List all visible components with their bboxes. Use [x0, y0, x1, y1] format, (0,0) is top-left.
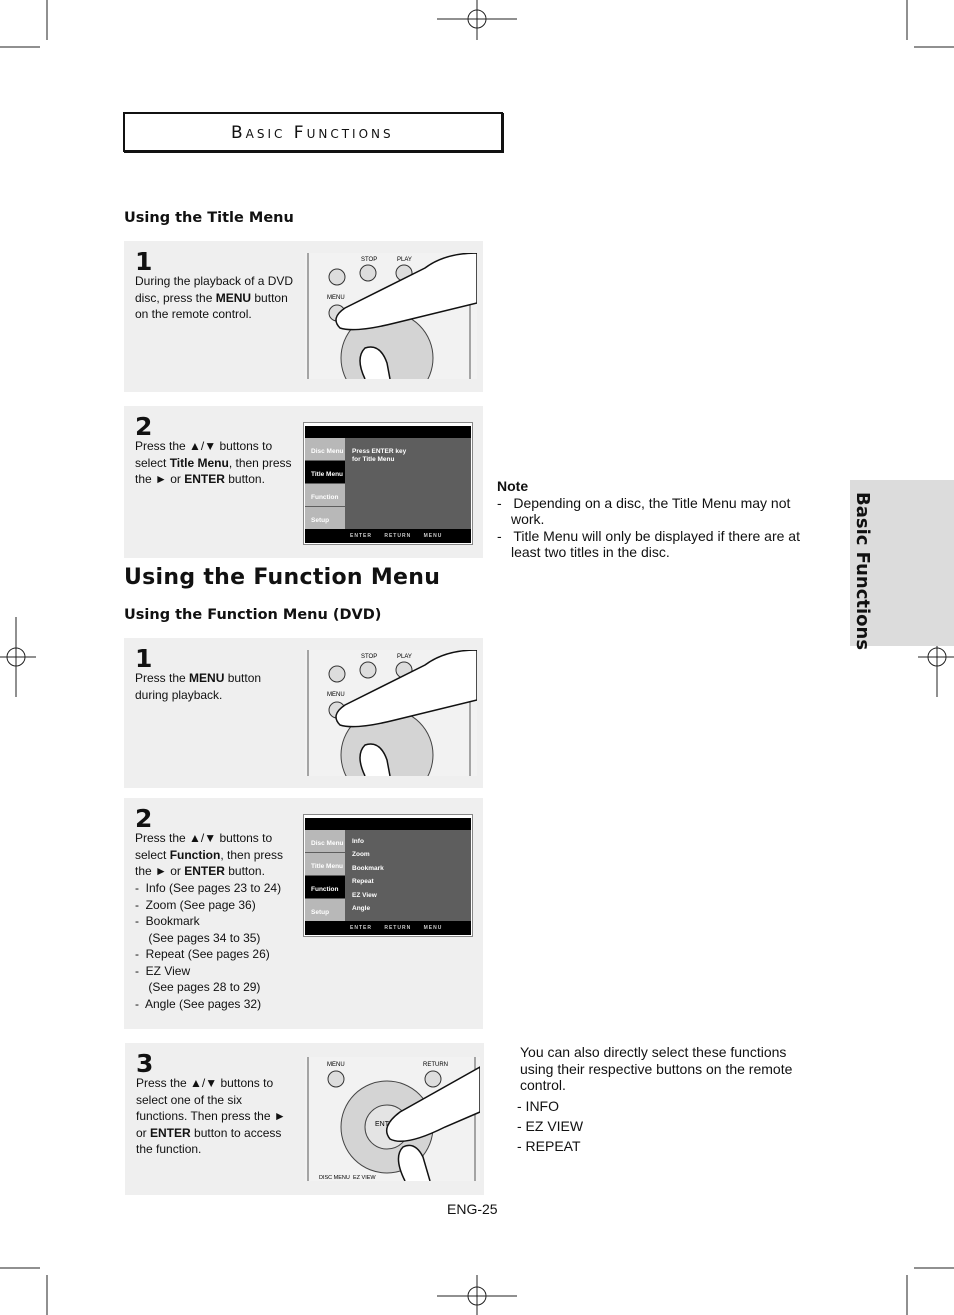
direct-buttons-info: You can also directly select these funct… — [517, 1044, 810, 1156]
note-item: - Depending on a disc, the Title Menu ma… — [497, 494, 791, 528]
osd-enter: ENTER — [350, 533, 372, 539]
function-step-3: 3 Press the ▲/▼ buttons to select one of… — [125, 1043, 484, 1195]
osd-message: Press ENTER key — [352, 448, 407, 455]
remote-illustration: STOP PLAY MENU — [305, 253, 477, 379]
osd-return: RETURN — [384, 925, 412, 931]
bold-term: ENTER — [184, 472, 225, 487]
remote-illustration: STOP PLAY MENU — [305, 650, 477, 776]
section-header-title: Basic Functions — [231, 123, 394, 143]
step-number: 1 — [135, 644, 153, 673]
remote-press-menu-image: STOP PLAY MENU — [305, 650, 477, 776]
remote-illustration: MENU RETURN ENTER DISC MENU EZ VIEW — [305, 1057, 480, 1181]
note-item-text: Depending on a disc, the Title Menu may … — [511, 494, 791, 528]
osd-item-repeat: Repeat — [352, 878, 374, 886]
step-text: Press the ▲/▼ buttons to select one of t… — [136, 1075, 296, 1158]
function-list: - Info (See pages 23 to 24) - Zoom (See p… — [135, 880, 281, 1012]
step-text: Press the MENU button during playback. — [135, 670, 295, 703]
function-list-item: (See pages 34 to 35) — [135, 930, 261, 945]
section-header-box: Basic Functions — [123, 112, 503, 152]
osd-item-info: Info — [352, 838, 364, 845]
bold-term: Function — [169, 847, 221, 862]
function-menu-subheading: Using the Function Menu (DVD) — [124, 607, 382, 623]
page-number: ENG-25 — [447, 1201, 498, 1217]
step-text: During the playback of a DVD disc, press… — [135, 273, 295, 323]
function-list-item: - Bookmark — [135, 914, 200, 928]
direct-text: You can also directly select these funct… — [520, 1044, 793, 1093]
osd-disc-menu: Disc Menu — [305, 438, 345, 461]
remote-press-enter-image: MENU RETURN ENTER DISC MENU EZ VIEW — [305, 1057, 480, 1181]
note-title: Note — [497, 478, 529, 494]
osd-return: RETURN — [384, 533, 412, 539]
text-segment: Press the — [135, 671, 190, 685]
step-text: Press the ▲/▼ buttons to select Function… — [135, 830, 295, 880]
menu-label: MENU — [327, 295, 345, 301]
osd-message: for Title Menu — [352, 456, 395, 463]
osd-enter: ENTER — [350, 925, 372, 931]
osd-item-ez-view: EZ View — [352, 891, 377, 899]
osd-item-zoom: Zoom — [352, 851, 370, 859]
menu-label: MENU — [327, 692, 345, 698]
note-item-text: Title Menu will only be displayed if the… — [511, 527, 800, 561]
osd-setup: Setup — [305, 507, 345, 530]
osd-function-menu-screen: Disc Menu Title Menu Function Setup Info… — [303, 814, 473, 937]
play-label: PLAY — [397, 257, 412, 263]
play-label: PLAY — [397, 654, 412, 660]
title-step-2: 2 Press the ▲/▼ buttons to select Title … — [124, 406, 483, 558]
bold-term: MENU — [189, 671, 225, 685]
step-number: 2 — [135, 412, 153, 441]
function-menu-title: Using the Function Menu — [124, 565, 441, 590]
step-number: 2 — [135, 804, 153, 833]
osd-function: Function — [305, 876, 345, 899]
osd-title-menu-screen: Disc Menu Title Menu Function Setup Pres… — [303, 422, 473, 545]
osd-setup: Setup — [305, 899, 345, 922]
step-number: 3 — [136, 1049, 154, 1078]
title-step-1: 1 During the playback of a DVD disc, pre… — [124, 241, 483, 392]
text-segment: button. — [224, 864, 265, 879]
side-tab-label: Basic Functions — [852, 492, 873, 651]
stop-label: STOP — [361, 654, 377, 660]
direct-item: - EZ VIEW — [517, 1117, 584, 1134]
bold-term: ENTER — [184, 864, 225, 879]
function-list-item: - Info (See pages 23 to 24) — [135, 881, 282, 895]
title-menu-heading: Using the Title Menu — [124, 210, 294, 226]
text-segment: button. — [224, 472, 265, 487]
ez-view-label: EZ VIEW — [353, 1175, 376, 1181]
function-list-item: - Repeat (See pages 26) — [135, 947, 270, 961]
note: Note - Depending on a disc, the Title Me… — [497, 478, 817, 561]
direct-item: - INFO — [517, 1097, 559, 1114]
bold-term: ENTER — [150, 1125, 191, 1140]
step-text: Press the ▲/▼ buttons to select Title Me… — [135, 438, 295, 488]
stop-label: STOP — [361, 257, 377, 263]
function-step-2: 2 Press the ▲/▼ buttons to select Functi… — [124, 798, 483, 1029]
disc-menu-label: DISC MENU — [319, 1175, 350, 1181]
menu-label: MENU — [327, 1062, 345, 1068]
return-label: RETURN — [423, 1062, 448, 1068]
osd-item-angle: Angle — [352, 905, 371, 913]
bold-term: Title Menu — [169, 455, 229, 470]
osd-menu: MENU — [423, 533, 443, 539]
bold-term: MENU — [215, 290, 252, 305]
function-list-item: (See pages 28 to 29) — [135, 980, 261, 994]
osd-item-bookmark: Bookmark — [352, 864, 384, 872]
osd-function: Function — [305, 484, 345, 507]
osd-title-menu: Title Menu — [305, 853, 345, 876]
step-number: 1 — [135, 247, 153, 276]
note-item: - Title Menu will only be displayed if t… — [497, 527, 800, 561]
direct-item: - REPEAT — [517, 1137, 581, 1154]
function-list-item: - EZ View — [135, 963, 191, 978]
function-list-item: - Angle (See pages 32) — [135, 996, 262, 1011]
remote-press-menu-image: STOP PLAY MENU — [305, 253, 477, 379]
function-step-1: 1 Press the MENU button during playback.… — [124, 638, 483, 788]
osd-menu: MENU — [423, 925, 443, 931]
function-list-item: - Zoom (See page 36) — [135, 897, 256, 912]
osd-disc-menu: Disc Menu — [305, 830, 345, 853]
osd-title-menu: Title Menu — [305, 461, 345, 484]
